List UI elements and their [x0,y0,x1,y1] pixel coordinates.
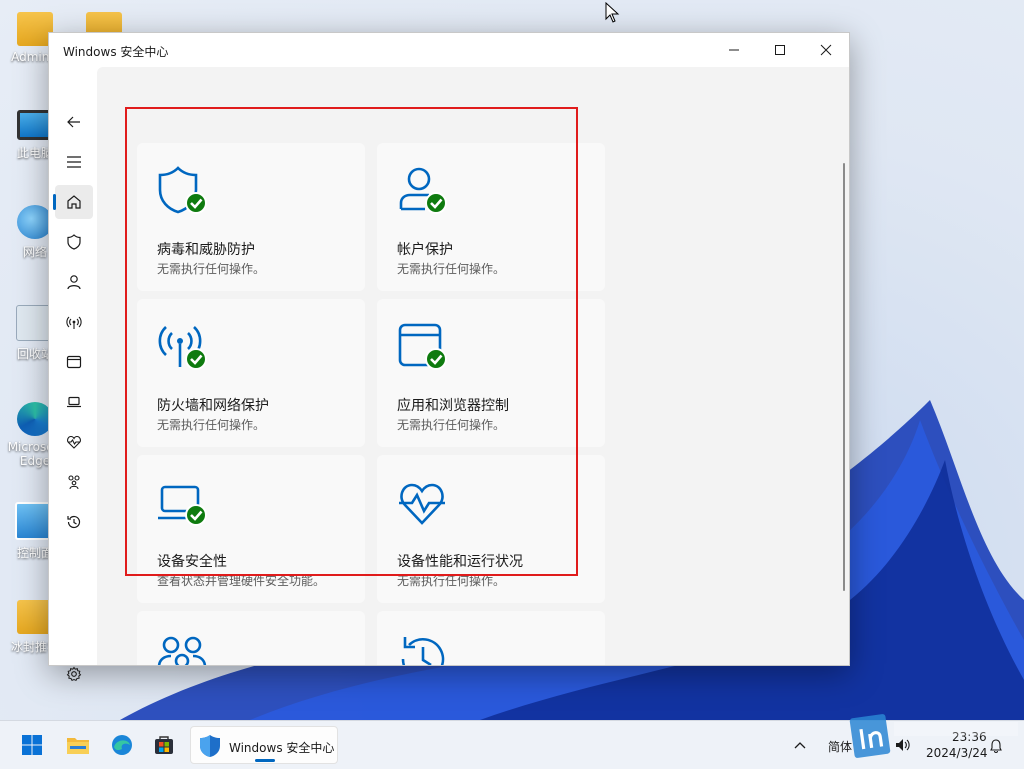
card-status: 无需执行任何操作。 [397,418,506,432]
card-family-options[interactable] [137,611,365,665]
maximize-icon [775,45,785,55]
taskbar-file-explorer[interactable] [60,727,96,763]
card-title: 应用和浏览器控制 [397,398,509,414]
card-title: 防火墙和网络保护 [157,398,269,414]
running-indicator [255,759,275,762]
chevron-up-icon [794,742,806,749]
navigation-rail [49,67,97,682]
nav-item-device-security[interactable] [55,385,93,419]
menu-button[interactable] [55,145,93,179]
card-virus-threat-protection[interactable]: 病毒和威胁防护 无需执行任何操作。 [137,143,365,291]
file-explorer-icon [67,738,89,754]
family-icon [68,475,80,490]
shield-icon [67,234,81,250]
heart-pulse-icon [67,435,81,449]
minimize-button[interactable] [711,33,757,67]
card-status: 查看状态并管理硬件安全功能。 [157,574,326,588]
maximize-button[interactable] [757,33,803,67]
shield-check-icon [158,166,207,214]
protection-history-icon [401,637,445,665]
card-firewall-network[interactable]: 防火墙和网络保护 无需执行任何操作。 [137,299,365,447]
minimize-icon [729,49,739,51]
window-title: Windows 安全中心 [63,45,169,59]
card-title: 设备性能和运行状况 [397,554,523,570]
card-status: 无需执行任何操作。 [157,262,266,276]
device-security-check-icon [158,485,207,526]
windows-start-icon [22,735,42,755]
store-icon [155,736,173,754]
home-icon [67,195,81,209]
show-hidden-icons-button[interactable] [782,727,818,763]
nav-item-firewall[interactable] [55,305,93,339]
wireless-icon [66,316,82,329]
person-icon [67,275,81,290]
nav-item-settings[interactable] [55,657,93,691]
main-content: 病毒和威胁防护 无需执行任何操作。 帐户保护 无需执行任何操作。 防火墙和网络保… [97,67,849,665]
vertical-scrollbar[interactable] [843,163,845,591]
back-arrow-icon [67,116,80,128]
nav-item-app-browser[interactable] [55,345,93,379]
heart-pulse-icon [399,483,445,525]
title-bar[interactable]: Windows 安全中心 [49,33,849,67]
mouse-cursor-icon [605,2,620,23]
app-browser-check-icon [398,323,447,370]
taskbar-app-label: Windows 安全中心 [229,741,335,755]
edge-browser-icon [112,735,132,755]
card-account-protection[interactable]: 帐户保护 无需执行任何操作。 [377,143,605,291]
watermark-logo [849,714,1018,758]
security-shield-icon [200,735,220,757]
hamburger-menu-icon [67,156,81,168]
card-status: 无需执行任何操作。 [397,262,506,276]
card-status: 无需执行任何操作。 [157,418,266,432]
account-check-icon [399,167,447,214]
card-title: 设备安全性 [157,554,227,570]
nav-item-home[interactable] [53,185,93,219]
card-protection-history[interactable] [377,611,605,665]
card-device-performance[interactable]: 设备性能和运行状况 无需执行任何操作。 [377,455,605,603]
security-center-window: Windows 安全中心 病毒和威胁防护 无需执行任何操作。 帐户保护 无需执行… [48,32,850,682]
card-status: 无需执行任何操作。 [397,574,506,588]
start-button[interactable] [14,727,50,763]
family-options-icon [157,636,207,665]
nav-item-family-options[interactable] [55,465,93,499]
card-title: 帐户保护 [397,242,453,258]
back-button[interactable] [55,105,93,139]
taskbar-store[interactable] [146,727,182,763]
history-icon [67,515,81,529]
laptop-icon [67,396,81,408]
nav-item-device-performance[interactable] [55,425,93,459]
card-device-security[interactable]: 设备安全性 查看状态并管理硬件安全功能。 [137,455,365,603]
nav-item-virus-protection[interactable] [55,225,93,259]
nav-item-protection-history[interactable] [55,505,93,539]
close-icon [820,44,832,56]
taskbar-edge[interactable] [104,727,140,763]
taskbar-security-center[interactable]: Windows 安全中心 [190,726,338,764]
settings-gear-icon [66,666,82,682]
browser-window-icon [66,355,82,369]
nav-item-account-protection[interactable] [55,265,93,299]
card-app-browser-control[interactable]: 应用和浏览器控制 无需执行任何操作。 [377,299,605,447]
close-button[interactable] [803,33,849,67]
card-title: 病毒和威胁防护 [157,242,255,258]
firewall-check-icon [158,326,207,370]
